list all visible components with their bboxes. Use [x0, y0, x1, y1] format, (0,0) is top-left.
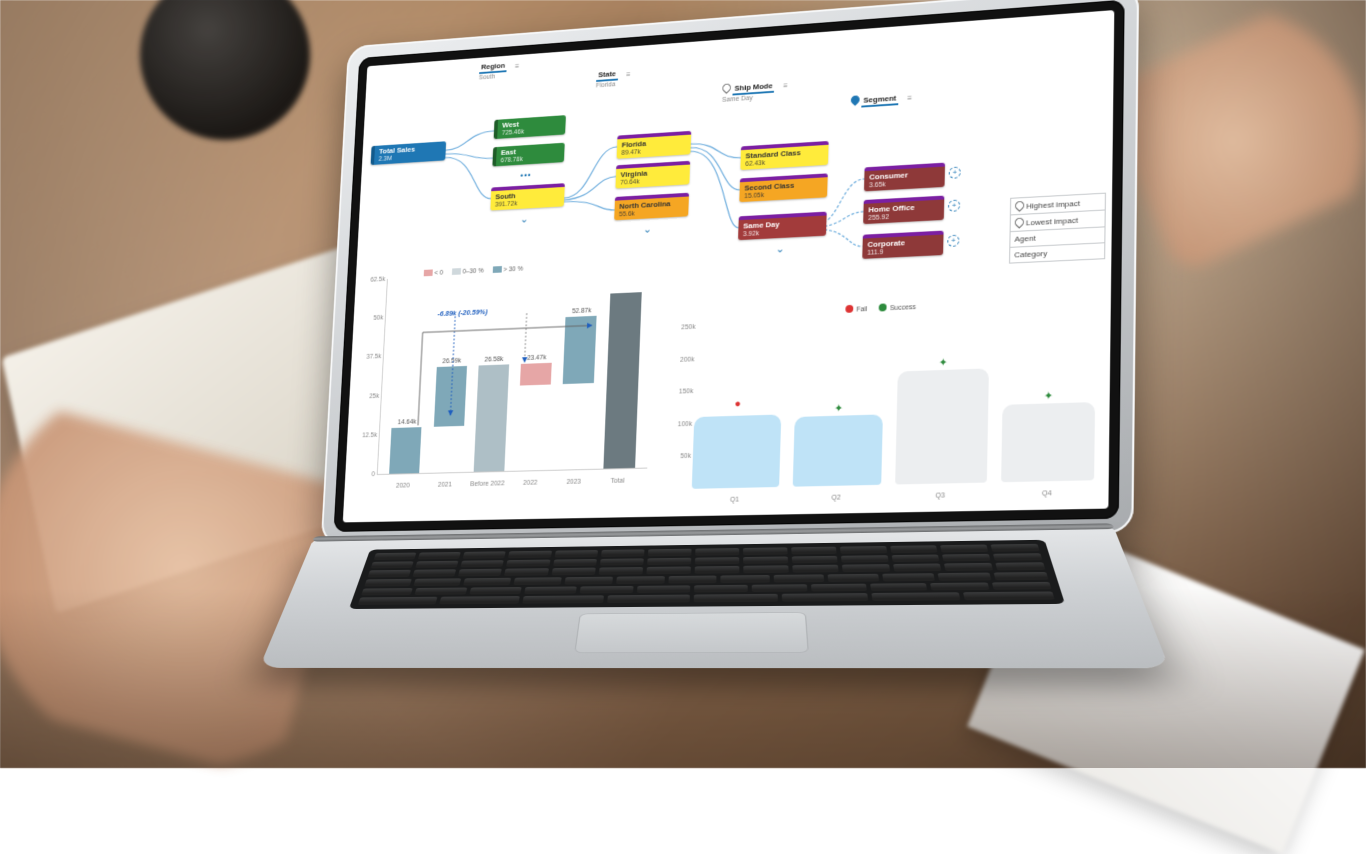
- chevron-down-icon[interactable]: ⌄: [643, 223, 652, 236]
- y-tick: 0: [352, 471, 375, 478]
- menu-label: Agent: [1014, 234, 1035, 244]
- quarterly-bars: ●✦✦✦: [692, 310, 1096, 488]
- y-tick: 50k: [360, 315, 383, 322]
- success-icon: ✦: [834, 402, 843, 415]
- fail-icon: ●: [734, 398, 741, 410]
- laptop-deck: [259, 526, 1169, 668]
- waterfall-arrows: [377, 266, 657, 475]
- keyboard: [349, 540, 1065, 609]
- quarter-bar[interactable]: ●: [692, 415, 781, 489]
- x-tick: Total: [610, 478, 624, 485]
- more-icon[interactable]: •••: [520, 170, 532, 180]
- y-tick: 37.5k: [358, 353, 381, 360]
- x-tick: Q1: [691, 496, 778, 505]
- quarterly-legend: Fail Success: [845, 302, 916, 314]
- node-state-0[interactable]: Florida 89.47k: [617, 131, 692, 159]
- chevron-down-icon[interactable]: ⌄: [776, 243, 785, 256]
- x-tick: 2023: [566, 479, 581, 486]
- screen-bezel: Region≡ South State≡ Florida Ship Mode≡ …: [334, 0, 1125, 532]
- node-seg-0[interactable]: Consumer 3.65k: [864, 163, 945, 192]
- y-tick: 50k: [664, 453, 691, 460]
- x-tick: Q4: [1000, 489, 1094, 498]
- y-tick: 200k: [668, 356, 695, 364]
- x-tick: 2022: [523, 480, 538, 487]
- pin-icon: [1013, 199, 1026, 211]
- success-icon: ✦: [938, 356, 948, 369]
- trackpad: [574, 612, 809, 653]
- laptop: Region≡ South State≡ Florida Ship Mode≡ …: [307, 0, 1139, 801]
- node-ship-1[interactable]: Second Class 15.05k: [739, 173, 827, 202]
- node-region-2[interactable]: South 391.72k: [490, 183, 565, 210]
- node-state-2[interactable]: North Carolina 55.6k: [614, 193, 689, 221]
- y-tick: 100k: [666, 420, 693, 428]
- y-tick: 250k: [669, 323, 696, 331]
- x-tick: 2021: [438, 482, 452, 489]
- quarter-bar[interactable]: ✦: [792, 415, 883, 487]
- laptop-lid: Region≡ South State≡ Florida Ship Mode≡ …: [321, 0, 1139, 545]
- screen: Region≡ South State≡ Florida Ship Mode≡ …: [343, 10, 1115, 522]
- node-seg-1[interactable]: Home Office 255.92: [863, 196, 944, 225]
- quarter-bar[interactable]: ✦: [895, 368, 988, 484]
- success-icon: ✦: [1044, 389, 1054, 402]
- x-tick: 2020: [396, 483, 410, 490]
- pin-icon: [1013, 216, 1026, 229]
- menu-label: Highest impact: [1026, 199, 1080, 211]
- dimension-menu: Highest impact Lowest impact Agent Categ…: [1009, 193, 1106, 264]
- legend-item: Fail: [856, 306, 867, 313]
- node-ship-2[interactable]: Same Day 3.92k: [738, 212, 827, 240]
- menu-label: Category: [1014, 249, 1047, 259]
- y-tick: 12.5k: [354, 432, 377, 439]
- node-seg-2[interactable]: Corporate 111.9: [862, 231, 943, 259]
- y-tick: 25k: [356, 392, 379, 399]
- node-state-1[interactable]: Virginia 70.64k: [615, 161, 690, 189]
- waterfall-chart: < 0 0–30 % > 30 % 14.64k26.59k26.58k23.4…: [351, 260, 658, 494]
- quarterly-chart: Fail Success ●✦✦✦ Q1Q2Q3Q4 50k100k150k20…: [663, 304, 1103, 507]
- y-tick: 150k: [667, 388, 694, 396]
- y-tick: 62.5k: [363, 276, 386, 283]
- x-tick: Q2: [792, 494, 881, 503]
- quarterly-x-axis: Q1 Q2 Q3 Q4: [691, 489, 1094, 504]
- dashboard: Region≡ South State≡ Florida Ship Mode≡ …: [343, 10, 1115, 522]
- menu-label: Lowest impact: [1026, 216, 1078, 228]
- legend-item: Success: [890, 304, 916, 312]
- x-tick: Before 2022: [470, 480, 505, 487]
- quarter-bar[interactable]: ✦: [1001, 402, 1095, 482]
- x-tick: Q3: [895, 492, 986, 501]
- chevron-down-icon[interactable]: ⌄: [520, 213, 529, 225]
